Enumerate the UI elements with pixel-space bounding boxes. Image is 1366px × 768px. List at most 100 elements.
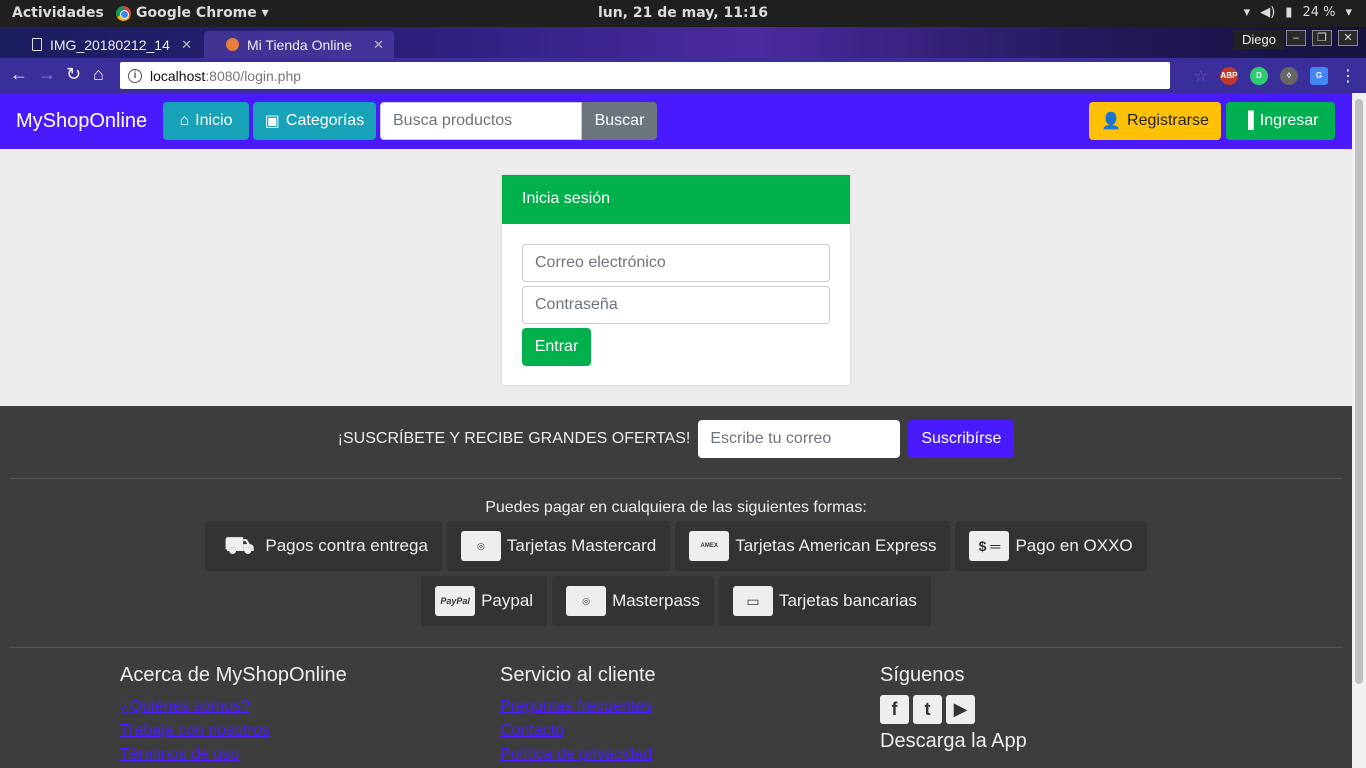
volume-icon: ◀) bbox=[1260, 5, 1276, 20]
facebook-icon[interactable]: f bbox=[880, 695, 909, 724]
battery-level: 24 % bbox=[1302, 5, 1336, 20]
restore-icon[interactable]: ❐ bbox=[1312, 30, 1332, 46]
brand-logo[interactable]: MyShopOnline bbox=[16, 110, 147, 133]
menu-dots-icon[interactable]: ⋮ bbox=[1340, 66, 1356, 86]
link-contact[interactable]: Contacto bbox=[500, 719, 860, 743]
payments-title: Puedes pagar en cualquiera de las siguie… bbox=[485, 499, 867, 516]
youtube-icon[interactable]: ▶ bbox=[946, 695, 975, 724]
close-icon[interactable]: ✕ bbox=[373, 37, 384, 53]
page-scrollbar[interactable] bbox=[1352, 93, 1366, 768]
translate-icon[interactable]: G bbox=[1310, 67, 1328, 85]
social-links: f t ▶ bbox=[880, 695, 1240, 724]
login-card-title: Inicia sesión bbox=[502, 175, 850, 224]
link-faq[interactable]: Preguntas frecuentes bbox=[500, 695, 860, 719]
system-tray[interactable]: ▾ ◀) ▮ 24 % ▾ bbox=[1244, 5, 1352, 20]
address-bar: ← → ↻ ⌂ i localhost:8080/login.php ☆ ABP… bbox=[0, 58, 1366, 93]
close-icon[interactable]: ✕ bbox=[181, 37, 192, 53]
forward-arrow-icon[interactable]: → bbox=[38, 64, 56, 85]
back-arrow-icon[interactable]: ← bbox=[10, 64, 28, 85]
url-path: :8080/login.php bbox=[205, 67, 302, 84]
extensions: ☆ ABP D ◊ G ⋮ bbox=[1194, 66, 1356, 86]
star-icon[interactable]: ☆ bbox=[1194, 66, 1208, 86]
home-button-label: Inicio bbox=[195, 112, 233, 129]
login-card: Inicia sesión Correo electrónico Contras… bbox=[501, 174, 851, 386]
about-column: Acerca de MyShopOnline ¿Quiénes somos? T… bbox=[120, 664, 480, 767]
tab-title: Mi Tienda Online bbox=[247, 36, 353, 53]
door-icon: ▐ bbox=[1242, 112, 1254, 129]
document-icon bbox=[32, 38, 42, 51]
info-icon[interactable]: i bbox=[128, 68, 142, 83]
download-app-title: Descarga la App bbox=[880, 730, 1027, 752]
login-button[interactable]: ▐ Ingresar bbox=[1226, 102, 1335, 140]
battery-icon: ▮ bbox=[1285, 5, 1293, 20]
newsletter-label: ¡SUSCRÍBETE Y RECIBE GRANDES OFERTAS! bbox=[337, 430, 691, 447]
close-window-icon[interactable]: ✕ bbox=[1338, 30, 1358, 46]
masterpass-icon: ◎ bbox=[566, 586, 607, 616]
payment-label: Masterpass bbox=[612, 591, 700, 610]
newsletter-email-input[interactable]: Escribe tu correo bbox=[698, 420, 901, 458]
twitter-icon[interactable]: t bbox=[913, 695, 942, 724]
profile-button[interactable]: Diego bbox=[1234, 30, 1284, 49]
follow-column: Síguenos f t ▶ Descarga la App bbox=[880, 664, 1240, 761]
payment-cash-on-delivery: ⛟ Pagos contra entrega bbox=[205, 521, 442, 571]
adblock-icon[interactable]: ABP bbox=[1220, 67, 1238, 85]
payment-masterpass: ◎ Masterpass bbox=[552, 576, 714, 626]
password-field[interactable]: Contraseña bbox=[522, 286, 830, 324]
subscribe-button[interactable]: Suscribírse bbox=[908, 420, 1015, 458]
extension-d-icon[interactable]: D bbox=[1250, 67, 1268, 85]
clock[interactable]: lun, 21 de may, 11:16 bbox=[0, 5, 1366, 21]
home-icon: ⌂ bbox=[179, 112, 190, 129]
categories-button[interactable]: ▣ Categorías bbox=[253, 102, 376, 140]
login-button-label: Ingresar bbox=[1259, 112, 1319, 129]
home-icon[interactable]: ⌂ bbox=[93, 64, 104, 85]
payment-label: Tarjetas bancarias bbox=[778, 591, 917, 610]
payment-label: Pago en OXXO bbox=[1015, 536, 1133, 555]
search-input[interactable]: Busca productos bbox=[380, 102, 582, 140]
payment-label: Pagos contra entrega bbox=[265, 536, 428, 555]
follow-title: Síguenos bbox=[880, 664, 965, 686]
payment-methods-row: PayPal Paypal ◎ Masterpass ▭ Tarjetas ba… bbox=[0, 576, 1352, 626]
credit-card-icon: ▭ bbox=[732, 586, 773, 616]
search-button[interactable]: Buscar bbox=[582, 102, 657, 140]
favicon-icon bbox=[226, 38, 239, 51]
register-button[interactable]: 👤 Registrarse bbox=[1089, 102, 1221, 140]
user-plus-icon: 👤 bbox=[1101, 113, 1122, 130]
payment-methods-row: ⛟ Pagos contra entrega ◎ Tarjetas Master… bbox=[0, 521, 1352, 571]
reload-icon[interactable]: ↻ bbox=[66, 64, 81, 85]
scrollbar-thumb[interactable] bbox=[1355, 99, 1363, 684]
service-title: Servicio al cliente bbox=[500, 664, 656, 686]
url-input[interactable]: i localhost:8080/login.php bbox=[120, 62, 1170, 89]
link-careers[interactable]: Trabaja con nosotros bbox=[120, 719, 480, 743]
categories-button-label: Categorías bbox=[285, 112, 365, 129]
chevron-down-icon: ▾ bbox=[1345, 5, 1352, 20]
wifi-icon: ▾ bbox=[1243, 5, 1251, 20]
home-button[interactable]: ⌂ Inicio bbox=[163, 102, 249, 140]
delivery-people-icon: ⛟ bbox=[224, 532, 255, 559]
url-host: localhost bbox=[150, 67, 206, 84]
payment-paypal: PayPal Paypal bbox=[421, 576, 548, 626]
mastercard-icon: ◎ bbox=[460, 531, 501, 561]
link-privacy[interactable]: Política de privacidad bbox=[500, 743, 860, 767]
divider bbox=[10, 647, 1342, 648]
tab-title: IMG_20180212_14 bbox=[50, 36, 170, 53]
link-about-us[interactable]: ¿Quiénes somos? bbox=[120, 695, 480, 719]
about-title: Acerca de MyShopOnline bbox=[120, 664, 347, 686]
amex-icon: AMEX bbox=[689, 531, 730, 561]
tab-strip: IMG_20180212_14 ✕ Mi Tienda Online ✕ Die… bbox=[0, 27, 1366, 58]
footer: ¡SUSCRÍBETE Y RECIBE GRANDES OFERTAS! Es… bbox=[0, 406, 1352, 768]
email-field[interactable]: Correo electrónico bbox=[522, 244, 830, 282]
minimize-icon[interactable]: – bbox=[1286, 30, 1306, 46]
link-terms[interactable]: Términos de uso bbox=[120, 743, 480, 767]
payment-amex: AMEX Tarjetas American Express bbox=[675, 521, 951, 571]
payment-label: Paypal bbox=[481, 591, 534, 610]
browser-tab-shop[interactable]: Mi Tienda Online ✕ bbox=[204, 31, 394, 58]
site-navbar: MyShopOnline ⌂ Inicio ▣ Categorías Busca… bbox=[0, 93, 1352, 149]
divider bbox=[10, 478, 1342, 479]
register-button-label: Registrarse bbox=[1127, 112, 1209, 129]
payment-bank-cards: ▭ Tarjetas bancarias bbox=[718, 576, 931, 626]
browser-tab-image[interactable]: IMG_20180212_14 ✕ bbox=[10, 31, 202, 58]
payment-label: Tarjetas American Express bbox=[735, 536, 937, 555]
payment-label: Tarjetas Mastercard bbox=[506, 536, 657, 555]
lightbulb-icon[interactable]: ◊ bbox=[1280, 67, 1298, 85]
submit-login-button[interactable]: Entrar bbox=[522, 328, 591, 366]
